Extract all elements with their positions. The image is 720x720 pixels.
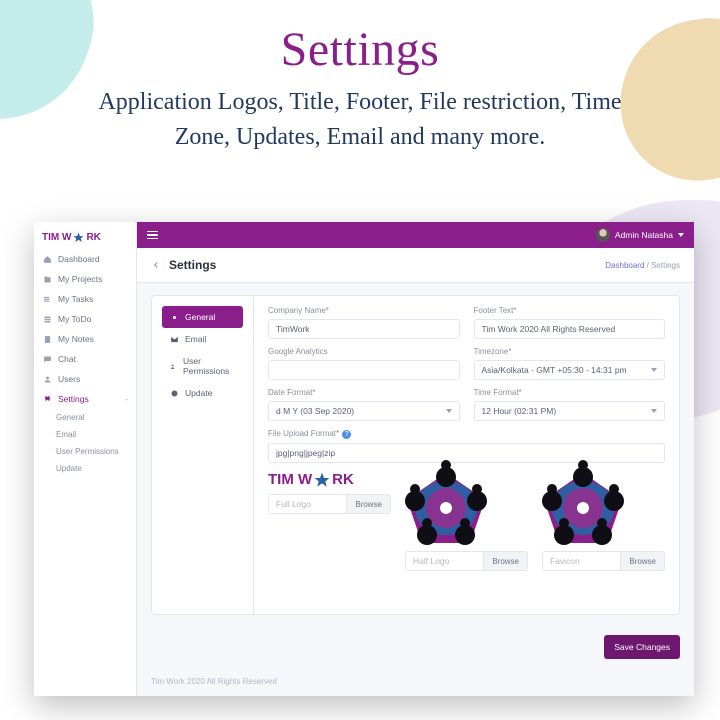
sidebar-item-chat[interactable]: Chat [34, 349, 136, 369]
sidebar-item-tasks[interactable]: My Tasks [34, 289, 136, 309]
full-logo-preview: TIM W RK [268, 471, 391, 488]
tab-permissions[interactable]: User Permissions [162, 350, 243, 382]
marketing-hero: Settings Application Logos, Title, Foote… [0, 0, 720, 165]
user-menu[interactable]: Admin Natasha [596, 228, 684, 242]
sidebar-nav: Dashboard My Projects My Tasks My ToDo M… [34, 249, 136, 409]
subnav-email[interactable]: Email [56, 426, 136, 443]
sidebar-subnav: General Email User Permissions Update [34, 409, 136, 477]
info-icon[interactable]: ? [342, 430, 351, 439]
df-label: Date Format* [268, 388, 460, 397]
sidebar-item-dashboard[interactable]: Dashboard [34, 249, 136, 269]
footer-text-input[interactable]: Tim Work 2020 All Rights Reserved [474, 319, 666, 339]
half-logo-input[interactable]: Half Logo [405, 551, 484, 571]
chevron-down-icon [651, 409, 657, 413]
subnav-update[interactable]: Update [56, 460, 136, 477]
fu-label: File Upload Format*? [268, 429, 665, 439]
timezone-select[interactable]: Asia/Kolkata - GMT +05:30 - 14:31 pm [474, 360, 666, 380]
app-window: TIM W RK Dashboard My Projects My Tasks … [34, 222, 694, 696]
page-title: Settings [151, 258, 216, 272]
breadcrumb-root[interactable]: Dashboard [605, 261, 644, 270]
sidebar-item-todo[interactable]: My ToDo [34, 309, 136, 329]
save-changes-button[interactable]: Save Changes [604, 635, 680, 659]
tab-email[interactable]: Email [162, 328, 243, 350]
favicon-input[interactable]: Favicon [542, 551, 621, 571]
star-icon [314, 472, 330, 488]
file-upload-format-input[interactable]: jpg|png|jpeg|zip [268, 443, 665, 463]
date-format-select[interactable]: d M Y (03 Sep 2020) [268, 401, 460, 421]
tab-update[interactable]: Update [162, 382, 243, 404]
sidebar-item-settings[interactable]: Settings [34, 389, 136, 409]
sidebar: TIM W RK Dashboard My Projects My Tasks … [34, 222, 137, 696]
settings-tabs: General Email User Permissions Update [152, 296, 254, 614]
subnav-general[interactable]: General [56, 409, 136, 426]
settings-form: Company Name* TimWork Footer Text* Tim W… [254, 296, 679, 614]
half-logo-preview [405, 471, 487, 545]
hero-subtitle: Application Logos, Title, Footer, File r… [70, 85, 650, 155]
user-name: Admin Natasha [615, 230, 673, 240]
star-icon [73, 232, 84, 243]
google-analytics-input[interactable] [268, 360, 460, 380]
tz-label: Timezone* [474, 347, 666, 356]
breadcrumb-current: Settings [651, 261, 680, 270]
avatar [596, 228, 610, 242]
chevron-down-icon [678, 233, 684, 237]
brand-logo: TIM W RK [34, 228, 136, 249]
sidebar-item-notes[interactable]: My Notes [34, 329, 136, 349]
favicon-browse-button[interactable]: Browse [621, 551, 665, 571]
company-label: Company Name* [268, 306, 460, 315]
page-header: Settings Dashboard / Settings [137, 248, 694, 283]
tab-general[interactable]: General [162, 306, 243, 328]
footer-text: Tim Work 2020 All Rights Reserved [137, 667, 694, 696]
topbar: Admin Natasha [137, 222, 694, 248]
favicon-preview [542, 471, 624, 545]
chevron-down-icon [651, 368, 657, 372]
back-arrow-icon[interactable] [151, 260, 161, 270]
sidebar-item-projects[interactable]: My Projects [34, 269, 136, 289]
chevron-down-icon [446, 409, 452, 413]
footer-label: Footer Text* [474, 306, 666, 315]
hamburger-icon[interactable] [147, 231, 158, 240]
tf-label: Time Format* [474, 388, 666, 397]
full-logo-browse-button[interactable]: Browse [347, 494, 391, 514]
ga-label: Google Analytics [268, 347, 460, 356]
sidebar-item-users[interactable]: Users [34, 369, 136, 389]
subnav-permissions[interactable]: User Permissions [56, 443, 136, 460]
brand-post: RK [86, 232, 100, 243]
breadcrumb: Dashboard / Settings [605, 261, 680, 270]
time-format-select[interactable]: 12 Hour (02:31 PM) [474, 401, 666, 421]
half-logo-browse-button[interactable]: Browse [484, 551, 528, 571]
company-name-input[interactable]: TimWork [268, 319, 460, 339]
hero-title: Settings [40, 22, 680, 77]
brand-pre: TIM W [42, 232, 71, 243]
full-logo-input[interactable]: Full Logo [268, 494, 347, 514]
